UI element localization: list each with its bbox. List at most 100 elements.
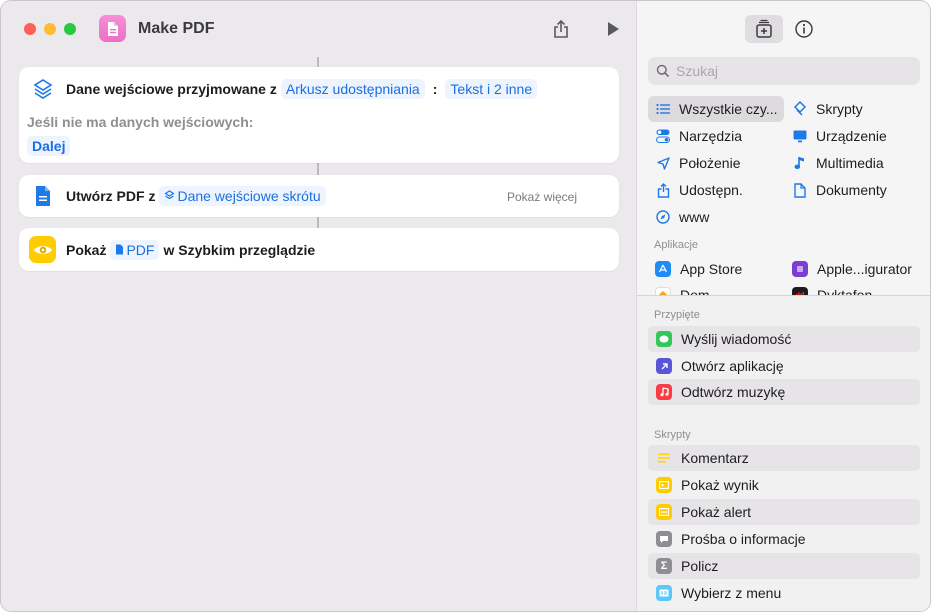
app-label: Dom: [680, 287, 710, 295]
home-icon: [655, 287, 671, 295]
action-connector: [317, 163, 319, 175]
action-play-music[interactable]: Odtwórz muzykę: [648, 379, 920, 405]
category-label: Skrypty: [816, 101, 863, 117]
shortcut-input-card[interactable]: Dane wejściowe przyjmowane z Arkusz udos…: [19, 67, 619, 163]
input-types-token[interactable]: Tekst i 2 inne: [445, 78, 538, 99]
action-ask-for-input[interactable]: Prośba o informacje: [648, 526, 920, 552]
search-input[interactable]: [676, 63, 896, 79]
layers-icon: [164, 190, 176, 200]
category-label: Wszystkie czy...: [679, 101, 778, 117]
scripts-icon: [792, 101, 808, 117]
make-pdf-action-card[interactable]: Utwórz PDF z Dane wejściowe skrótu Pokaż…: [19, 175, 619, 217]
toggle-icon: [655, 128, 671, 144]
app-voice-memos[interactable]: Dyktafon: [792, 283, 872, 295]
action-search-field[interactable]: [648, 57, 920, 85]
eye-icon: [29, 236, 56, 263]
share-icon: [554, 19, 568, 38]
action-label: Odtwórz muzykę: [681, 384, 786, 400]
action-label: Pokaż wynik: [681, 477, 759, 493]
action-label: Wybierz z menu: [681, 585, 782, 601]
category-media[interactable]: Multimedia: [792, 150, 884, 176]
share-button[interactable]: [549, 17, 573, 41]
minimize-window-button[interactable]: [44, 23, 56, 35]
location-arrow-icon: [655, 155, 671, 171]
quick-look-action-card[interactable]: Pokaż PDF w Szybkim przeglądzie: [19, 228, 619, 271]
alert-icon: [656, 504, 672, 520]
app-store-icon: [655, 261, 671, 277]
tab-action-library[interactable]: [745, 15, 783, 43]
action-label: Prośba o informacje: [681, 531, 806, 547]
category-device[interactable]: Urządzenie: [792, 123, 887, 149]
search-icon: [656, 64, 670, 78]
suggested-actions-panel: Przypięte Wyślij wiadomość Otwórz aplika…: [637, 296, 930, 611]
open-app-icon: [656, 358, 672, 374]
zoom-window-button[interactable]: [64, 23, 76, 35]
pdf-variable-label: PDF: [126, 241, 155, 258]
no-input-action-token[interactable]: Dalej: [27, 136, 71, 156]
action-label: Policz: [681, 558, 719, 574]
compass-icon: [655, 209, 671, 225]
input-source-token[interactable]: Arkusz udostępniania: [280, 78, 425, 99]
action-choose-from-menu[interactable]: Wybierz z menu: [648, 580, 920, 606]
ask-input-icon: [656, 531, 672, 547]
share-icon: [655, 182, 671, 198]
library-add-icon: [756, 19, 772, 38]
comment-icon: [656, 450, 672, 466]
app-app-store[interactable]: App Store: [655, 256, 742, 282]
action-label: Pokaż alert: [681, 504, 752, 520]
apps-section-label: Aplikacje: [654, 239, 699, 251]
category-sharing[interactable]: Udostępn.: [655, 177, 743, 203]
pinned-section-label: Przypięte: [654, 309, 700, 321]
action-count[interactable]: Σ Policz: [648, 553, 920, 579]
document-icon: [116, 244, 124, 255]
category-scripting[interactable]: Skrypty: [792, 96, 863, 122]
category-web[interactable]: www: [655, 204, 709, 230]
category-location[interactable]: Położenie: [655, 150, 741, 176]
app-label: Dyktafon: [817, 287, 873, 295]
action-comment[interactable]: Komentarz: [648, 445, 920, 471]
input-prefix-text: Dane wejściowe przyjmowane z: [66, 80, 277, 97]
category-label: Narzędzia: [679, 128, 743, 144]
tab-shortcut-details[interactable]: [785, 15, 823, 43]
show-more-button[interactable]: Pokaż więcej: [507, 190, 577, 204]
action-label: Wyślij wiadomość: [681, 331, 792, 347]
category-label: www: [679, 209, 710, 225]
close-window-button[interactable]: [24, 23, 36, 35]
menu-icon: [656, 585, 672, 601]
category-label: Dokumenty: [816, 182, 887, 198]
shortcut-editor: Make PDF Dane wejściowe przyjmowane z Ar…: [1, 1, 636, 611]
category-label: Położenie: [679, 155, 741, 171]
app-label: App Store: [680, 261, 743, 277]
shortcuts-window: Make PDF Dane wejściowe przyjmowane z Ar…: [0, 0, 931, 612]
action-show-result[interactable]: Pokaż wynik: [648, 472, 920, 498]
action-label: Komentarz: [681, 450, 749, 466]
action-label: Otwórz aplikację: [681, 358, 784, 374]
category-documents[interactable]: Dokumenty: [792, 177, 887, 203]
action-show-alert[interactable]: Pokaż alert: [648, 499, 920, 525]
action-connector: [317, 57, 319, 67]
category-label: Urządzenie: [816, 128, 887, 144]
shortcut-input-token[interactable]: Dane wejściowe skrótu: [159, 185, 326, 206]
run-shortcut-button[interactable]: [601, 17, 625, 41]
app-label: Apple...igurator: [817, 261, 912, 277]
no-input-label: Jeśli nie ma danych wejściowych:: [27, 114, 254, 130]
list-icon: [655, 101, 671, 117]
category-all-actions[interactable]: Wszystkie czy...: [648, 96, 784, 122]
quick-look-prefix: Pokaż: [66, 241, 107, 258]
apps-overflow-clip: Dom Dyktafon: [637, 283, 930, 295]
app-apple-configurator[interactable]: Apple...igurator: [792, 256, 912, 282]
action-send-message[interactable]: Wyślij wiadomość: [648, 326, 920, 352]
sidebar-tabs: [637, 15, 930, 43]
shortcut-icon[interactable]: [99, 15, 126, 42]
configurator-icon: [792, 261, 808, 277]
show-result-icon: [656, 477, 672, 493]
category-utilities[interactable]: Narzędzia: [655, 123, 742, 149]
action-open-app[interactable]: Otwórz aplikację: [648, 353, 920, 379]
window-title: Make PDF: [138, 20, 215, 37]
info-icon: [795, 20, 813, 38]
scripts-section-label: Skrypty: [654, 429, 691, 441]
action-connector: [317, 217, 319, 228]
title-bar: Make PDF: [1, 1, 636, 57]
app-home[interactable]: Dom: [655, 283, 710, 295]
pdf-variable-token[interactable]: PDF: [110, 239, 160, 260]
